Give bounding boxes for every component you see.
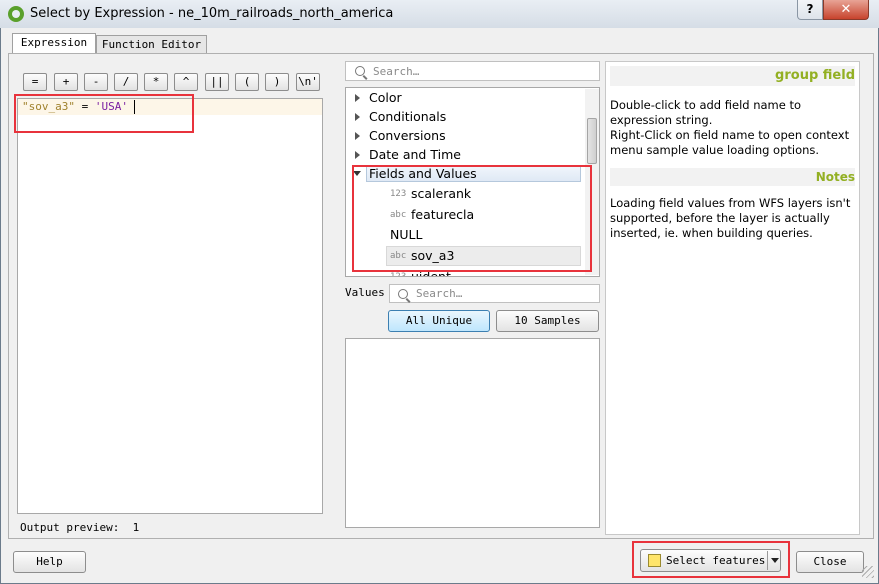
- close-button[interactable]: Close: [796, 551, 864, 573]
- select-features-highlight-box: [632, 541, 790, 578]
- expression-editor[interactable]: [17, 98, 323, 514]
- output-preview: Output preview: 1: [20, 521, 139, 534]
- operator-multiply-button[interactable]: *: [144, 73, 168, 91]
- values-list[interactable]: [345, 338, 600, 528]
- tree-item-label: Conditionals: [369, 109, 447, 124]
- tree-item-label: Date and Time: [369, 147, 461, 162]
- function-search-input[interactable]: Search…: [345, 61, 600, 81]
- resize-grip[interactable]: [862, 566, 874, 578]
- function-search-placeholder: Search…: [373, 65, 420, 78]
- expand-arrow-icon[interactable]: [355, 132, 360, 140]
- output-preview-label: Output preview:: [20, 521, 120, 534]
- fields-highlight-box: [352, 165, 592, 272]
- help-body-1: Double-click to add field name to expres…: [610, 98, 802, 127]
- window-title: Select by Expression - ne_10m_railroads_…: [30, 6, 394, 21]
- operator-power-button[interactable]: ^: [174, 73, 198, 91]
- tab-function-editor[interactable]: Function Editor: [96, 35, 207, 55]
- notes-heading: Notes: [815, 170, 855, 184]
- tree-item-label: Conversions: [369, 128, 446, 143]
- tree-item-label: Color: [369, 90, 402, 105]
- context-help-button[interactable]: ?: [797, 0, 823, 20]
- help-body-2: Right-Click on field name to open contex…: [610, 128, 850, 157]
- expand-arrow-icon[interactable]: [355, 113, 360, 121]
- ten-samples-button[interactable]: 10 Samples: [496, 310, 599, 332]
- values-label: Values: [345, 286, 385, 299]
- expression-highlight-box: [14, 94, 194, 133]
- qgis-logo-icon: [8, 6, 24, 22]
- search-icon: [355, 66, 365, 76]
- operator-minus-button[interactable]: -: [84, 73, 108, 91]
- search-icon: [398, 289, 408, 299]
- operator-close-paren-button[interactable]: ): [265, 73, 289, 91]
- operator-open-paren-button[interactable]: (: [235, 73, 259, 91]
- values-search-placeholder: Search…: [416, 287, 463, 300]
- help-heading: group field: [775, 68, 855, 83]
- tree-item-conditionals[interactable]: Conditionals: [346, 107, 582, 126]
- operator-equals-button[interactable]: =: [23, 73, 47, 91]
- tree-item-conversions[interactable]: Conversions: [346, 126, 582, 145]
- expand-arrow-icon[interactable]: [355, 94, 360, 102]
- tab-expression[interactable]: Expression: [12, 33, 96, 54]
- operator-plus-button[interactable]: +: [54, 73, 78, 91]
- values-search-input[interactable]: Search…: [389, 284, 600, 303]
- all-unique-button[interactable]: All Unique: [388, 310, 490, 332]
- tree-scrollbar-thumb[interactable]: [587, 118, 597, 164]
- tree-item-date-and-time[interactable]: Date and Time: [346, 145, 582, 164]
- help-button[interactable]: Help: [13, 551, 86, 573]
- operator-concat-button[interactable]: ||: [205, 73, 229, 91]
- operator-divide-button[interactable]: /: [114, 73, 138, 91]
- notes-body: Loading field values from WFS layers isn…: [610, 196, 851, 240]
- expand-arrow-icon[interactable]: [355, 151, 360, 159]
- tree-item-color[interactable]: Color: [346, 88, 582, 107]
- window-close-button[interactable]: ✕: [823, 0, 869, 20]
- output-preview-value: 1: [132, 521, 140, 534]
- operator-newline-button[interactable]: \n': [296, 73, 320, 91]
